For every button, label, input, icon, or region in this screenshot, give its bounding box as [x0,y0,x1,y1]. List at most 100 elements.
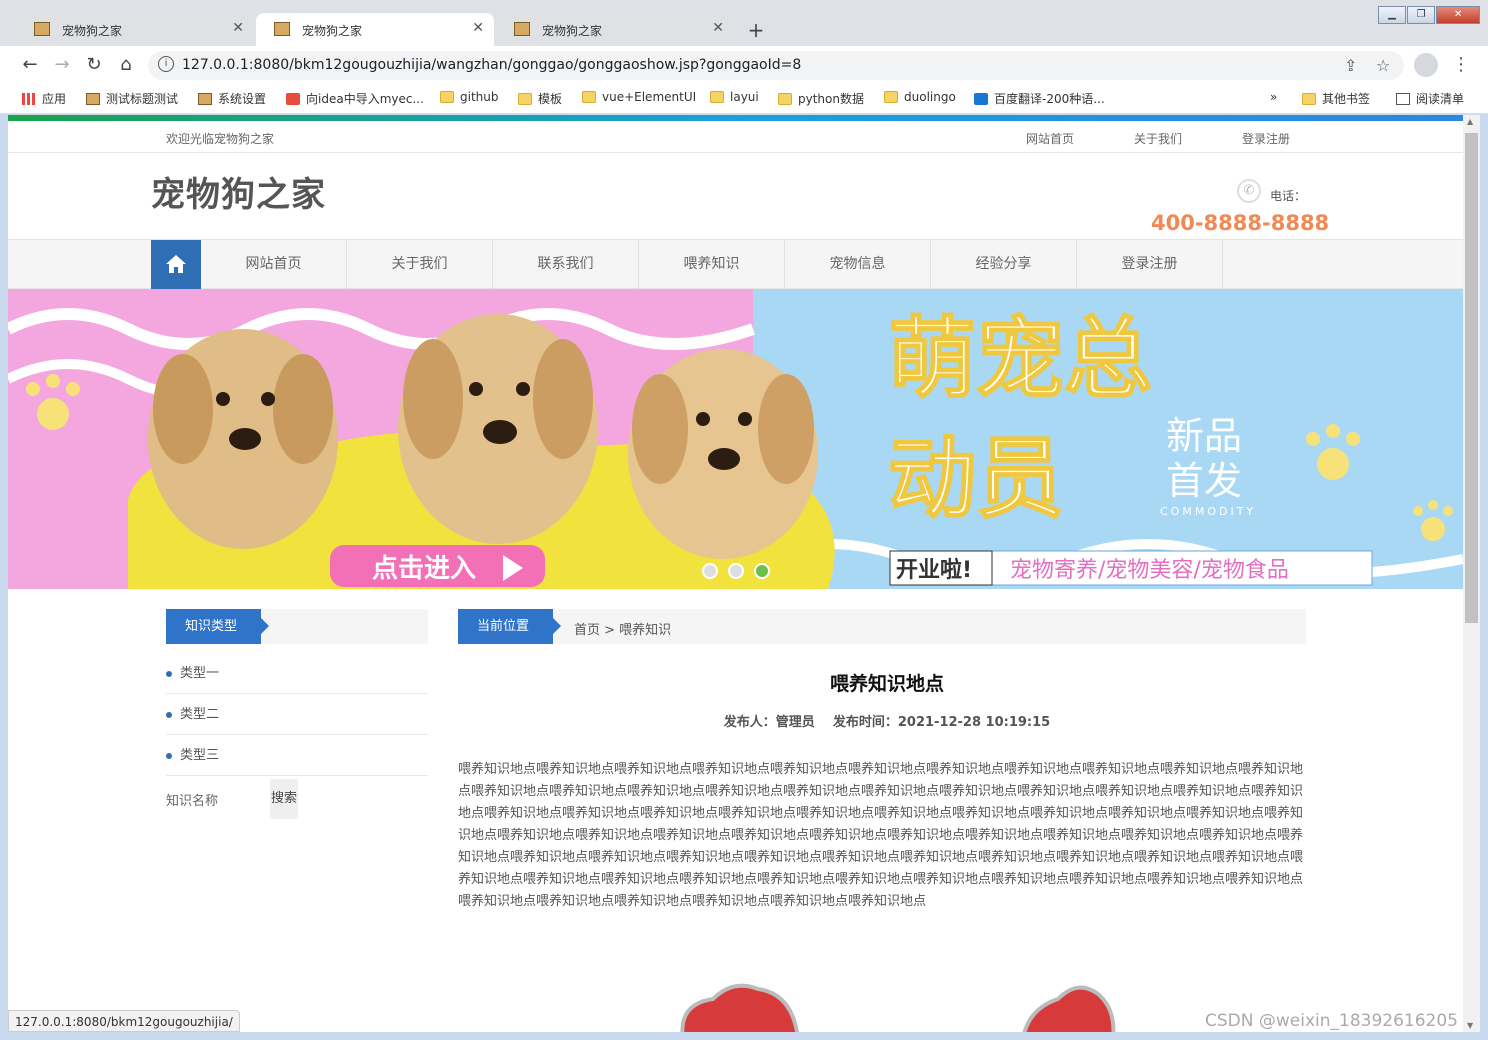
page-scrollbar[interactable]: ▲ ▼ [1463,115,1480,1032]
bookmark-label: 向idea中导入myec... [306,92,424,106]
bookmark-label: duolingo [904,90,956,104]
other-bookmarks-folder[interactable]: 其他书签 [1302,90,1370,107]
bookmark-item[interactable]: 测试标题测试 [86,90,178,107]
address-bar[interactable]: i 127.0.0.1:8080/bkm12gougouzhijia/wangz… [148,51,1404,80]
banner-services-text: 宠物寄养/宠物美容/宠物食品 [1010,558,1289,583]
slide-dot-1[interactable] [702,563,718,579]
more-bookmarks-button[interactable]: » [1270,90,1277,104]
breadcrumb-path[interactable]: 首页 > 喂养知识 [574,619,671,638]
category-item-2[interactable]: 类型二 [166,694,428,735]
phone-label: 电话： [1270,189,1307,203]
nav-item-login[interactable]: 登录注册 [1077,240,1223,289]
profile-avatar-icon[interactable] [1414,53,1438,77]
nav-item-pets[interactable]: 宠物信息 [785,240,931,289]
category-item-1[interactable]: 类型一 [166,653,428,694]
c-logo-icon [286,93,300,105]
status-bar-url: 127.0.0.1:8080/bkm12gougouzhijia/ [8,1010,240,1032]
new-tab-button[interactable]: + [742,17,770,45]
site-favicon-icon [34,22,50,36]
bookmark-folder[interactable]: vue+ElementUI [582,90,696,104]
scroll-up-icon[interactable]: ▲ [1467,117,1473,126]
browser-tab-3[interactable]: 宠物狗之家 ✕ [496,13,734,46]
forward-icon[interactable]: → [50,54,74,75]
content-area: 知识类型 类型一 类型二 类型三 知识名称 搜索 当前位置 首页 > 喂养知识 … [8,589,1463,1032]
banner-side-line-1: 新品 [1166,414,1242,458]
banner-headline-line-2: 动员 [888,427,1064,530]
banner-headline-line-1: 萌宠总 [888,307,1152,410]
decorative-heart-right [1022,985,1116,1032]
bookmark-folder[interactable]: 模板 [518,90,562,107]
house-icon [166,255,186,273]
bookmark-label: github [460,90,499,104]
close-tab-icon[interactable]: ✕ [232,20,244,36]
picture-icon [86,93,100,105]
banner-open-tag: 开业啦! [896,557,972,583]
welcome-text: 欢迎光临宠物狗之家 [166,132,275,146]
bookmark-label: 阅读清单 [1416,92,1465,106]
nav-item-contact[interactable]: 联系我们 [493,240,639,289]
knowledge-search: 知识名称 搜索 [166,777,428,819]
folder-icon [582,91,596,103]
nav-item-home[interactable]: 网站首页 [201,240,347,289]
home-icon[interactable]: ⌂ [114,54,138,75]
bookmark-label: 模板 [538,92,563,106]
folder-icon [440,91,454,103]
top-link-about[interactable]: 关于我们 [1134,130,1182,147]
browser-tab-2[interactable]: 宠物狗之家 ✕ [256,13,494,46]
phone-number: 400-8888-8888 [1151,211,1330,235]
scroll-down-icon[interactable]: ▼ [1467,1021,1473,1030]
banner-commodity-text: COMMODITY [1160,505,1256,518]
bookmark-star-icon[interactable]: ☆ [1376,56,1390,75]
back-icon[interactable]: ← [18,54,42,75]
slide-dot-2[interactable] [728,563,744,579]
reading-list-button[interactable]: 阅读清单 [1396,90,1464,107]
site-favicon-icon [274,22,290,36]
bookmark-folder[interactable]: layui [710,90,759,104]
nav-item-feeding[interactable]: 喂养知识 [639,240,785,289]
bookmark-item[interactable]: 系统设置 [198,90,266,107]
main-nav: 网站首页 关于我们 联系我们 喂养知识 宠物信息 经验分享 登录注册 [8,239,1463,289]
tab-title: 宠物狗之家 [542,24,603,38]
minimize-icon[interactable]: ▁ [1378,6,1406,24]
banner-illustration: 点击进入 萌宠总 动员 新品 首发 COMMODITY 开业啦! 宠物寄养/宠物… [8,289,1463,589]
category-item-3[interactable]: 类型三 [166,735,428,776]
translate-icon [974,93,988,105]
site-logo[interactable]: 宠物狗之家 [151,167,326,216]
site-info-icon[interactable]: i [158,56,174,72]
nav-item-about[interactable]: 关于我们 [347,240,493,289]
close-tab-icon[interactable]: ✕ [712,20,724,36]
page-viewport: 欢迎光临宠物狗之家 网站首页 关于我们 登录注册 宠物狗之家 ✆ 电话： 400… [8,115,1463,1032]
close-window-icon[interactable]: ✕ [1436,6,1481,24]
slide-dot-3[interactable] [754,563,770,579]
hero-banner[interactable]: 点击进入 萌宠总 动员 新品 首发 COMMODITY 开业啦! 宠物寄养/宠物… [8,289,1463,589]
bookmark-item[interactable]: 向idea中导入myec... [286,90,424,107]
bookmark-apps[interactable]: 应用 [22,90,66,107]
folder-icon [518,93,532,105]
bookmark-folder[interactable]: duolingo [884,90,956,104]
bookmark-label: 其他书签 [1322,92,1371,106]
bookmark-folder[interactable]: python数据 [778,90,864,107]
maximize-icon[interactable]: ❐ [1407,6,1436,24]
close-tab-icon[interactable]: ✕ [472,20,484,36]
bookmark-label: layui [730,90,759,104]
nav-home-button[interactable] [151,240,201,289]
share-icon[interactable]: ⇪ [1344,56,1357,75]
banner-cta-text[interactable]: 点击进入 [372,553,476,584]
nav-item-experience[interactable]: 经验分享 [931,240,1077,289]
tab-title: 宠物狗之家 [62,24,123,38]
site-favicon-icon [514,22,530,36]
bookmark-label: 应用 [42,92,67,106]
scrollbar-thumb[interactable] [1465,133,1478,623]
bookmark-folder[interactable]: github [440,90,498,104]
bookmark-item[interactable]: 百度翻译-200种语... [974,90,1105,107]
browser-menu-icon[interactable]: ⋮ [1452,54,1470,75]
search-button[interactable]: 搜索 [270,779,298,819]
search-input[interactable] [224,779,268,817]
browser-tab-1[interactable]: 宠物狗之家 ✕ [16,13,254,46]
watermark: CSDN @weixin_18392616205 [1205,1011,1458,1031]
article-title: 喂养知识地点 [829,673,944,695]
tab-title: 宠物狗之家 [302,24,363,38]
top-link-login[interactable]: 登录注册 [1242,130,1290,147]
top-link-home[interactable]: 网站首页 [1026,130,1074,147]
reload-icon[interactable]: ↻ [82,54,106,75]
